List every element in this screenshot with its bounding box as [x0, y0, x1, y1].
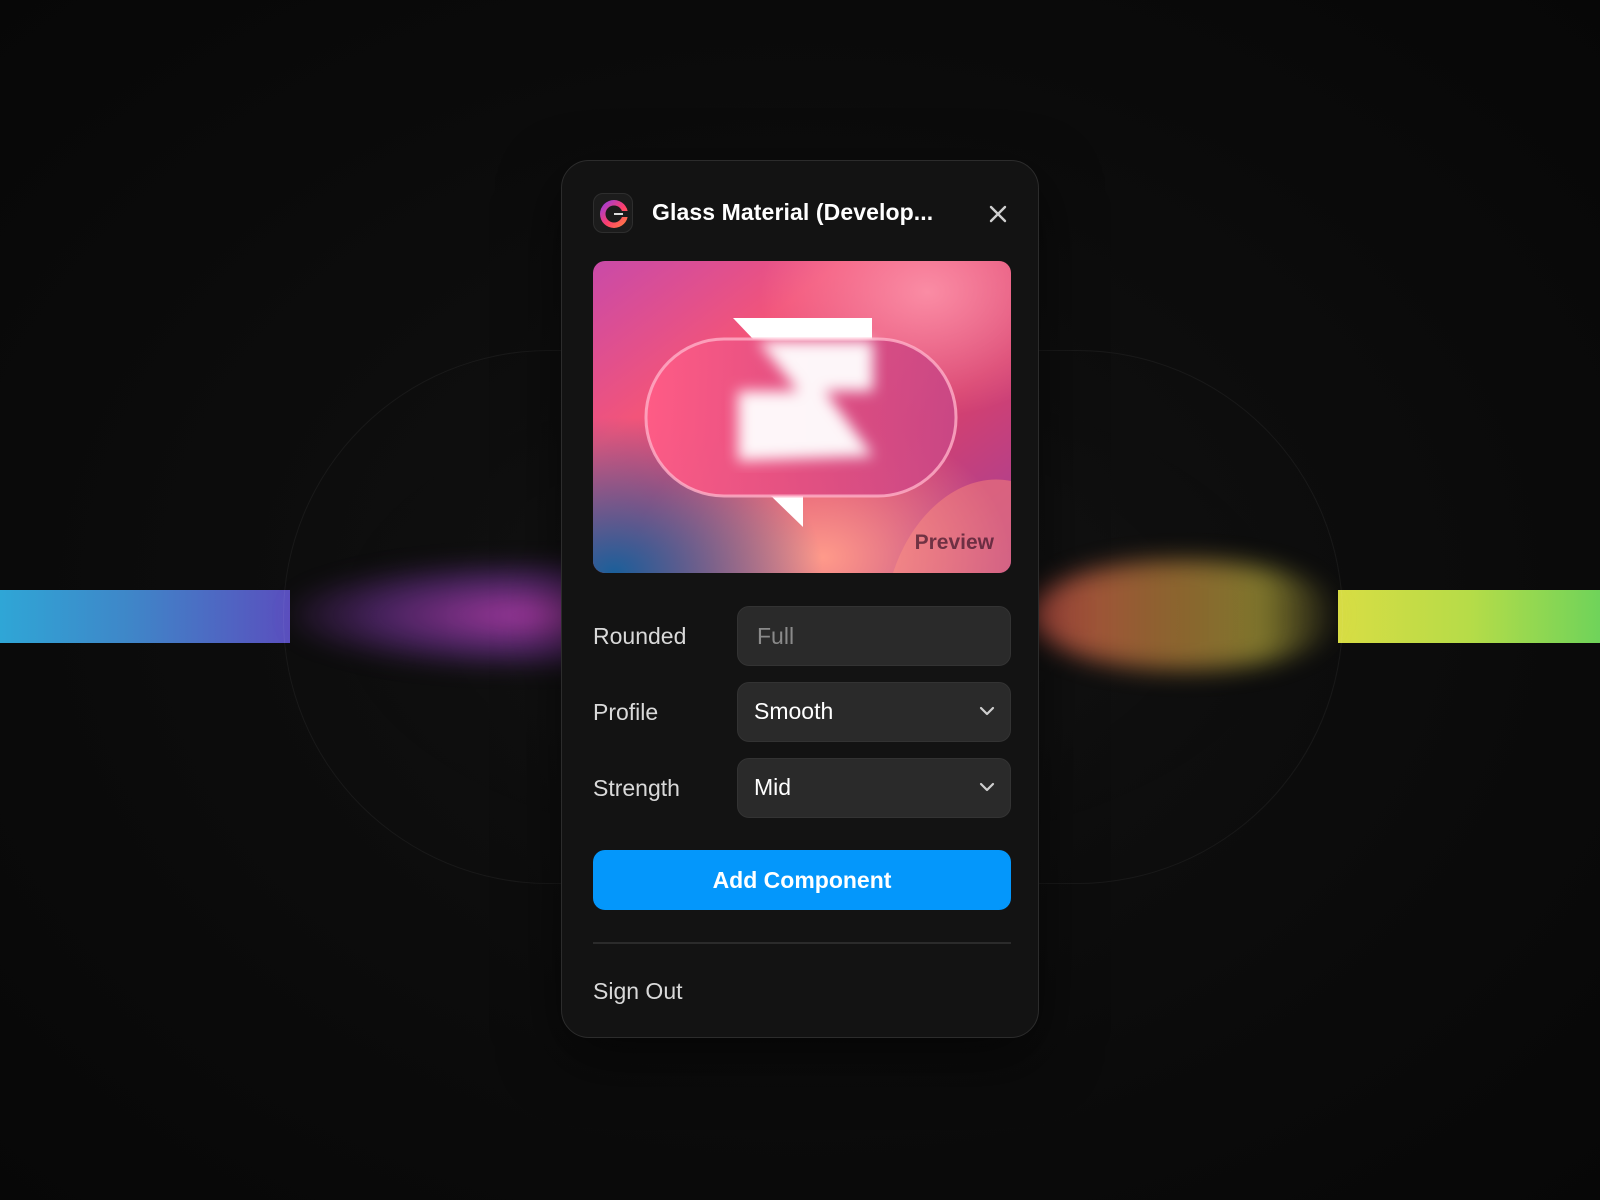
close-button[interactable]: [985, 201, 1011, 227]
spectrum-band-left: [0, 590, 290, 643]
preview-image: Preview: [593, 261, 1011, 573]
chevron-down-icon: [979, 706, 995, 716]
strength-row: Strength Mid: [593, 758, 1011, 818]
strength-label: Strength: [593, 775, 680, 801]
strength-select[interactable]: Mid: [737, 758, 1011, 818]
preview-label: Preview: [914, 531, 994, 554]
panel-header: Glass Material (Develop...: [593, 193, 1011, 235]
strength-value: Mid: [754, 774, 792, 800]
background-stage: Glass Material (Develop... Preview Round…: [0, 0, 1600, 1200]
close-icon: [989, 205, 1007, 223]
profile-select[interactable]: Smooth: [737, 682, 1011, 742]
spectrum-band-right: [1338, 590, 1600, 643]
plugin-panel: Glass Material (Develop... Preview Round…: [561, 160, 1039, 1038]
divider: [593, 942, 1011, 944]
dialog-title: Glass Material (Develop...: [652, 199, 934, 225]
add-component-button[interactable]: Add Component: [593, 850, 1011, 910]
rounded-placeholder: Full: [757, 623, 795, 649]
rounded-input[interactable]: Full: [737, 606, 1011, 666]
chevron-down-icon: [979, 782, 995, 792]
rounded-row: Rounded Full: [593, 606, 1011, 666]
glass-logo-icon: [593, 193, 633, 233]
profile-value: Smooth: [754, 698, 834, 724]
sign-out-link[interactable]: Sign Out: [593, 978, 683, 1005]
profile-row: Profile Smooth: [593, 682, 1011, 742]
rounded-label: Rounded: [593, 623, 687, 649]
profile-label: Profile: [593, 699, 659, 725]
